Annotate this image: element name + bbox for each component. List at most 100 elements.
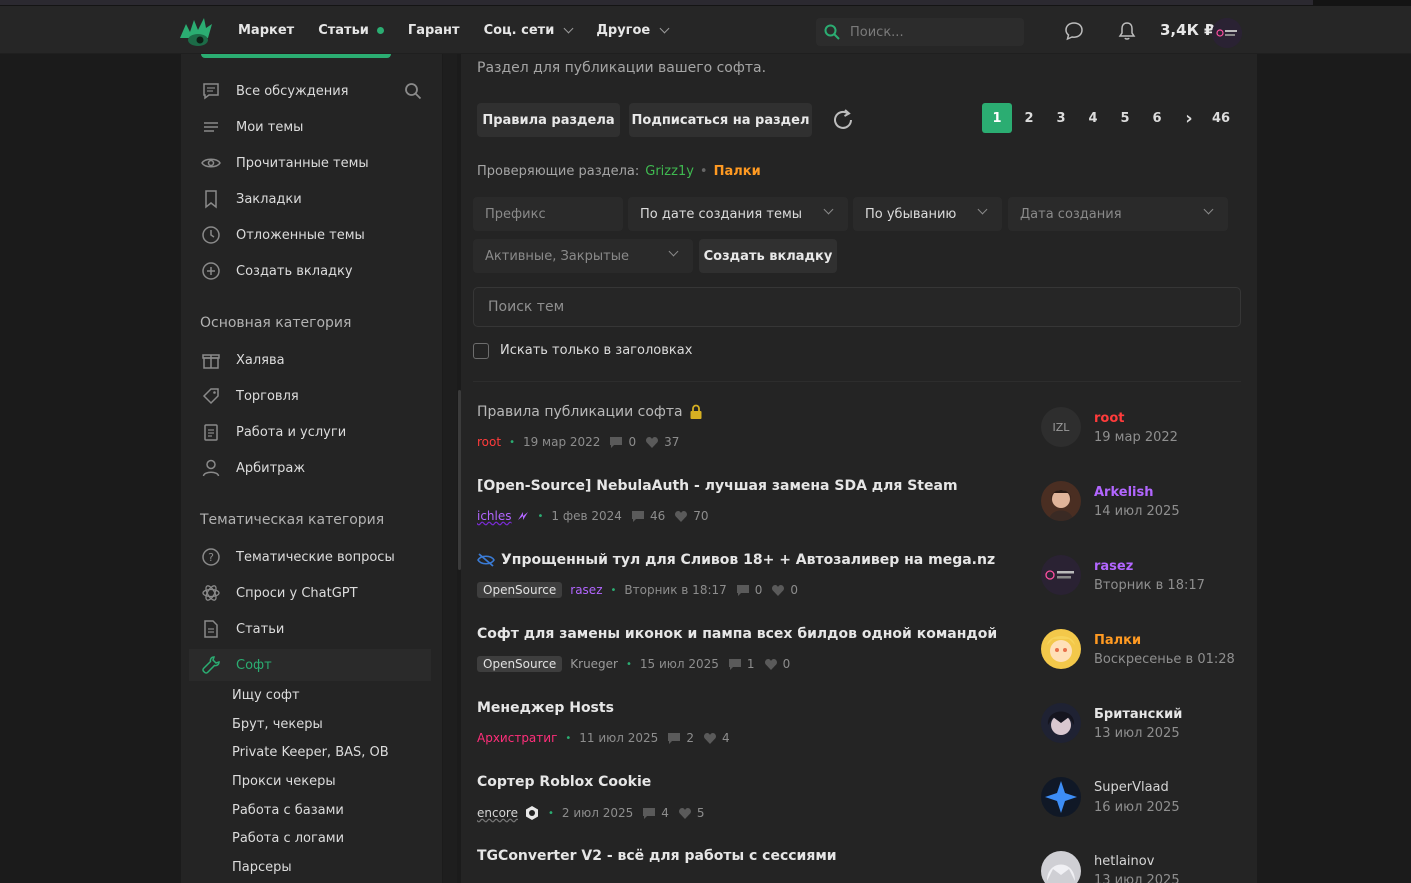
- page-1[interactable]: 1: [982, 103, 1012, 133]
- nav-other[interactable]: Другое: [596, 23, 670, 38]
- page-2[interactable]: 2: [1014, 103, 1044, 133]
- nav-social-label: Соц. сети: [483, 22, 555, 38]
- page-5[interactable]: 5: [1110, 103, 1140, 133]
- create-tab-button[interactable]: Создать вкладку: [699, 239, 837, 273]
- last-poster[interactable]: Британский: [1094, 707, 1182, 722]
- thread-author[interactable]: root: [477, 435, 501, 449]
- page-4[interactable]: 4: [1078, 103, 1108, 133]
- sidebar-item-articles[interactable]: Статьи: [189, 613, 431, 645]
- date-select[interactable]: Дата создания: [1008, 197, 1228, 231]
- nav-guarantor[interactable]: Гарант: [408, 23, 460, 38]
- thread-meta: root • 19 мар 2022 0 37: [477, 435, 679, 449]
- prefix-tag[interactable]: OpenSource: [477, 582, 563, 598]
- thread-title[interactable]: Менеджер Hosts: [477, 700, 614, 716]
- avatar[interactable]: [1041, 481, 1081, 521]
- sidebar-item-arbitrage[interactable]: Арбитраж: [189, 452, 431, 484]
- checker-link[interactable]: Палки: [714, 164, 761, 179]
- sidebar-subitem[interactable]: Ищу софт: [232, 688, 300, 703]
- thread-search-input[interactable]: Поиск тем: [473, 287, 1241, 327]
- replies-count-value: 1: [746, 657, 755, 671]
- sort-select-value: По дате создания темы: [640, 206, 803, 222]
- titles-only-checkbox[interactable]: [473, 343, 489, 359]
- chevron-down-icon: [1203, 204, 1214, 215]
- avatar[interactable]: [1041, 555, 1081, 595]
- sidebar-subitem[interactable]: Private Keeper, BAS, OB: [232, 745, 389, 760]
- bell-icon[interactable]: [1117, 21, 1137, 41]
- sort-select[interactable]: По дате создания темы: [628, 197, 848, 231]
- nav-articles[interactable]: Статьи: [318, 23, 384, 38]
- chat-icon[interactable]: [1064, 21, 1084, 41]
- separator-dot: •: [610, 584, 617, 596]
- last-poster[interactable]: hetlainov: [1094, 854, 1154, 869]
- sidebar-item-create-tab[interactable]: Создать вкладку: [189, 255, 431, 287]
- last-poster[interactable]: Палки: [1094, 633, 1141, 648]
- sidebar-item-my-threads[interactable]: Мои темы: [189, 111, 431, 143]
- balance[interactable]: 3,4К ₽: [1160, 21, 1215, 39]
- thread-title[interactable]: Софт для замены иконок и пампа всех билд…: [477, 626, 997, 642]
- prefix-filter[interactable]: Префикс: [473, 197, 623, 231]
- last-poster[interactable]: Arkelish: [1094, 485, 1154, 500]
- thread-author[interactable]: rasez: [570, 583, 602, 597]
- order-select[interactable]: По убыванию: [853, 197, 1002, 231]
- sidebar-subitem[interactable]: Работа с логами: [232, 831, 344, 846]
- thread-author[interactable]: ichles: [477, 509, 512, 523]
- question-icon: ?: [201, 547, 221, 567]
- wrench-icon: [201, 655, 221, 675]
- page-next[interactable]: ›: [1174, 103, 1204, 133]
- checker-link[interactable]: Grizz1y: [645, 164, 694, 179]
- state-select[interactable]: Активные, Закрытые: [473, 239, 693, 273]
- page-6[interactable]: 6: [1142, 103, 1172, 133]
- thread-title-text: Софт для замены иконок и пампа всех билд…: [477, 626, 998, 642]
- avatar[interactable]: [1041, 629, 1081, 669]
- header-search-placeholder: Поиск...: [850, 24, 904, 40]
- logo-icon[interactable]: [178, 16, 214, 48]
- thread-author[interactable]: Архистратиг: [477, 731, 557, 745]
- last-poster[interactable]: root: [1094, 411, 1125, 426]
- avatar[interactable]: [1041, 851, 1081, 883]
- rules-button[interactable]: Правила раздела: [477, 103, 620, 137]
- thread-title[interactable]: [Open-Source] NebulaAuth - лучшая замена…: [477, 478, 958, 494]
- prefix-tag[interactable]: OpenSource: [477, 656, 563, 672]
- subscribe-button[interactable]: Подписаться на раздел: [629, 103, 812, 137]
- replies-count: 46: [631, 509, 665, 523]
- nav-social[interactable]: Соц. сети: [483, 22, 574, 38]
- sidebar-item-read-threads[interactable]: Прочитанные темы: [189, 147, 431, 179]
- thread-date: 2 июл 2025: [561, 806, 634, 820]
- thread-title[interactable]: TGConverter V2 - всё для работы с сессия…: [477, 848, 837, 864]
- sidebar-item-trading[interactable]: Торговля: [189, 380, 431, 412]
- refresh-icon[interactable]: [831, 108, 855, 132]
- page-last[interactable]: 46: [1206, 103, 1236, 133]
- last-poster[interactable]: SuperVlaad: [1094, 780, 1169, 795]
- sidebar-subitem[interactable]: Прокси чекеры: [232, 774, 336, 789]
- comment-icon: [736, 584, 749, 596]
- last-poster[interactable]: rasez: [1094, 559, 1133, 574]
- comment-icon: [668, 732, 681, 744]
- order-select-value: По убыванию: [865, 206, 957, 222]
- sidebar-subitem[interactable]: Парсеры: [232, 860, 292, 875]
- avatar[interactable]: [1041, 777, 1081, 817]
- sidebar-item-bookmarks[interactable]: Закладки: [189, 183, 431, 215]
- thread-title[interactable]: Сортер Roblox Cookie: [477, 774, 651, 790]
- sidebar-item-questions[interactable]: ? Тематические вопросы: [189, 541, 431, 573]
- replies-count-value: 0: [754, 583, 763, 597]
- sidebar-subitem[interactable]: Работа с базами: [232, 803, 344, 818]
- thread-author[interactable]: Krueger: [570, 657, 618, 671]
- sidebar-item-all-discussions[interactable]: Все обсуждения: [189, 75, 431, 107]
- sidebar-subitem[interactable]: Брут, чекеры: [232, 717, 323, 732]
- user-avatar[interactable]: [1212, 18, 1242, 48]
- sidebar-item-jobs[interactable]: Работа и услуги: [189, 416, 431, 448]
- avatar[interactable]: IZL: [1041, 407, 1081, 447]
- thread-title[interactable]: Правила публикации софта: [477, 404, 703, 420]
- separator-dot: •: [509, 436, 515, 448]
- thread-author[interactable]: encore: [477, 806, 518, 820]
- search-icon: [824, 24, 840, 40]
- avatar[interactable]: [1041, 703, 1081, 743]
- sidebar-item-chatgpt[interactable]: Спроси у ChatGPT: [189, 577, 431, 609]
- page-3[interactable]: 3: [1046, 103, 1076, 133]
- sidebar-item-software[interactable]: Софт: [189, 649, 431, 681]
- sidebar-item-postponed[interactable]: Отложенные темы: [189, 219, 431, 251]
- sidebar-item-freebies[interactable]: Халява: [189, 344, 431, 376]
- header-search-input[interactable]: Поиск...: [816, 18, 1024, 46]
- nav-market[interactable]: Маркет: [238, 23, 294, 38]
- thread-title[interactable]: Упрощенный тул для Сливов 18+ + Автозали…: [477, 552, 995, 568]
